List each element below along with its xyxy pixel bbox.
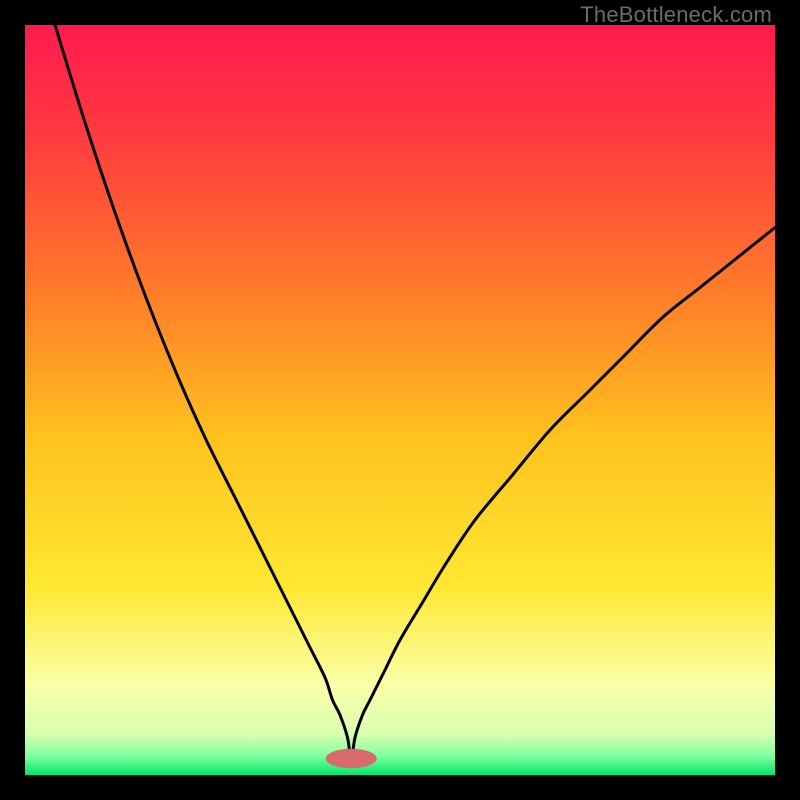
plot-frame: [25, 25, 775, 775]
optimum-marker: [326, 749, 377, 769]
gradient-background: [25, 25, 775, 775]
bottleneck-chart: [25, 25, 775, 775]
watermark-text: TheBottleneck.com: [580, 2, 772, 28]
